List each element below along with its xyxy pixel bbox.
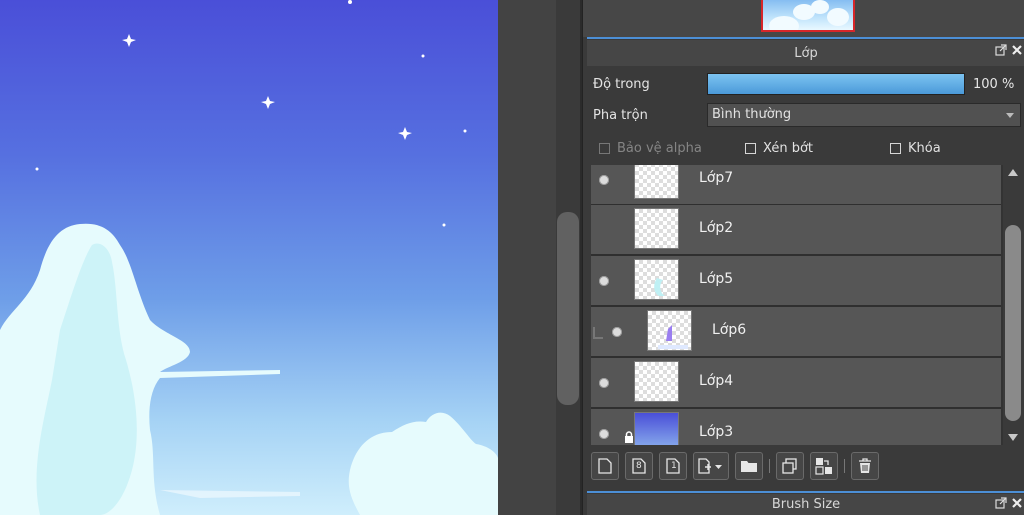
layer-name: Lớp6 <box>712 322 747 338</box>
add-layer-dropdown-icon <box>698 458 722 474</box>
new-folder-button[interactable] <box>735 452 763 480</box>
panel-separator <box>587 37 1024 39</box>
layer-row[interactable]: Lớp2 <box>591 205 1001 256</box>
visibility-eye-icon[interactable] <box>599 276 609 286</box>
duplicate-layer-button[interactable] <box>776 452 804 480</box>
layer-thumbnail <box>634 361 679 402</box>
clipping-checkbox[interactable]: Xén bớt <box>745 141 813 156</box>
one-bit-glyph: 1 <box>671 461 677 471</box>
panel-separator <box>587 491 1024 493</box>
cloud-right <box>348 412 498 515</box>
layer-list-scrollbar[interactable] <box>1003 165 1023 445</box>
canvas-scrollbar-thumb[interactable] <box>557 212 579 405</box>
chevron-down-icon <box>1006 113 1014 118</box>
layer-toolbar: 8 1 <box>591 449 1021 483</box>
layer-name: Lớp4 <box>699 373 734 389</box>
close-icon[interactable] <box>1011 497 1023 513</box>
navigator-thumbnail[interactable] <box>761 0 855 32</box>
layer-thumbnail <box>647 310 692 351</box>
layer-thumbnail <box>634 165 679 199</box>
lock-label: Khóa <box>908 141 941 156</box>
new-layer-button[interactable] <box>591 452 619 480</box>
layer-panel-title: Lớp <box>794 45 818 61</box>
clip-indicator-icon <box>593 327 603 339</box>
clipping-box <box>745 143 756 154</box>
scroll-up-arrow-icon[interactable] <box>1008 169 1018 176</box>
new-1bit-layer-button[interactable]: 1 <box>659 452 687 480</box>
delete-icon <box>859 458 871 473</box>
layer-row[interactable]: Lớp4 <box>591 358 1001 409</box>
duplicate-icon <box>782 458 797 474</box>
detach-icon[interactable] <box>995 44 1007 60</box>
new-8bit-layer-button[interactable]: 8 <box>625 452 653 480</box>
merge-down-button[interactable] <box>810 452 838 480</box>
right-panel: Lớp Độ trong 100 % Pha trộn Bình thường … <box>582 0 1024 515</box>
layer-name: Lớp2 <box>699 220 734 236</box>
lock-icon <box>624 428 634 443</box>
brush-size-title: Brush Size <box>771 497 841 512</box>
brush-size-panel-header: Brush Size <box>587 494 1024 515</box>
opacity-label: Độ trong <box>593 77 650 92</box>
layer-thumbnail <box>634 259 679 300</box>
visibility-eye-icon[interactable] <box>599 175 609 185</box>
layer-name: Lớp7 <box>699 170 734 186</box>
new-layer-icon <box>598 458 612 474</box>
lock-checkbox[interactable]: Khóa <box>890 141 941 156</box>
opacity-slider-fill <box>708 74 964 94</box>
lock-box <box>890 143 901 154</box>
drawing-canvas[interactable] <box>0 0 498 515</box>
layer-row[interactable]: Lớp5 <box>591 256 1001 307</box>
layer-row[interactable]: Lớp3 <box>591 409 1001 445</box>
layer-list-scroll-thumb[interactable] <box>1005 225 1021 421</box>
merge-down-icon <box>815 458 832 475</box>
layer-thumbnail <box>634 208 679 249</box>
protect-alpha-checkbox[interactable]: Bảo vệ alpha <box>599 141 702 156</box>
layer-list[interactable]: Lớp7 Lớp2 Lớp5 Lớp6 Lớp4 Lớp3 <box>591 165 1003 445</box>
opacity-slider[interactable] <box>707 73 965 95</box>
protect-alpha-box <box>599 143 610 154</box>
navigator-preview <box>583 0 1024 37</box>
protect-alpha-label: Bảo vệ alpha <box>617 141 702 156</box>
layer-name: Lớp3 <box>699 424 734 440</box>
add-layer-dropdown-button[interactable] <box>693 452 729 480</box>
visibility-eye-icon[interactable] <box>599 429 609 439</box>
toolbar-separator <box>769 459 770 473</box>
blend-label: Pha trộn <box>593 108 648 123</box>
layer-name: Lớp5 <box>699 271 734 287</box>
layer-panel-header: Lớp <box>587 40 1024 66</box>
folder-icon <box>741 461 757 472</box>
visibility-eye-icon[interactable] <box>612 327 622 337</box>
blend-mode-select[interactable]: Bình thường <box>707 103 1021 127</box>
cloud-wisp <box>160 490 300 498</box>
detach-icon[interactable] <box>995 497 1007 513</box>
close-icon[interactable] <box>1011 44 1023 60</box>
scroll-down-arrow-icon[interactable] <box>1008 434 1018 441</box>
layer-row[interactable]: Lớp7 <box>591 165 1001 206</box>
eight-bit-glyph: 8 <box>636 461 642 471</box>
visibility-eye-icon[interactable] <box>599 378 609 388</box>
layer-thumbnail <box>634 412 679 445</box>
clipping-label: Xén bớt <box>763 141 813 156</box>
canvas-artwork <box>0 0 498 515</box>
layer-row[interactable]: Lớp6 <box>591 307 1001 358</box>
opacity-value: 100 % <box>973 77 1015 92</box>
toolbar-separator <box>844 459 845 473</box>
blend-mode-value: Bình thường <box>712 107 792 122</box>
delete-layer-button[interactable] <box>851 452 879 480</box>
stars <box>35 0 467 227</box>
